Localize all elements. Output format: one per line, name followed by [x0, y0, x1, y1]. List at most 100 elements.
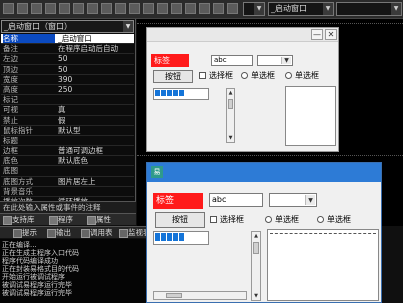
combo-control[interactable]: ▼ [257, 55, 293, 66]
radio-control-1[interactable]: 单选框 [241, 71, 275, 81]
checkbox-box [210, 216, 217, 223]
listbox-control[interactable] [285, 86, 336, 146]
property-value[interactable]: 50 [58, 54, 134, 63]
property-row[interactable]: 左边 50 [1, 54, 134, 65]
tab-call-table[interactable]: 调用表 [80, 227, 113, 239]
tool-icon[interactable] [213, 3, 224, 14]
tool-icon[interactable] [185, 3, 196, 14]
chevron-down-icon: ▼ [123, 21, 133, 32]
progress-segment [161, 90, 166, 96]
property-row[interactable]: 宽度 390 [1, 75, 134, 85]
combo-control[interactable]: ▼ [269, 193, 317, 207]
chevron-down-icon: ▼ [391, 3, 401, 15]
property-row[interactable]: 备注 在程序启动后自动 [1, 44, 134, 55]
property-value[interactable]: 假 [58, 116, 134, 125]
property-row[interactable]: 底图 [1, 166, 134, 177]
property-value[interactable]: 250 [58, 85, 134, 94]
checkbox-label: 选择框 [220, 215, 244, 224]
radio-label-2: 单选框 [295, 71, 319, 80]
vertical-scrollbar[interactable]: ▲ ▼ [226, 88, 235, 143]
find-icon[interactable] [115, 3, 126, 14]
scroll-thumb[interactable] [228, 99, 233, 109]
radio-control-2[interactable]: 单选框 [285, 71, 319, 81]
toolbar-combo-event[interactable]: ▼ [336, 2, 402, 16]
property-row[interactable]: 禁止 假 [1, 116, 134, 126]
property-value[interactable]: _启动窗口 [58, 34, 134, 43]
minimize-button[interactable]: — [311, 29, 323, 40]
property-row[interactable]: 底色 默认底色 [1, 156, 134, 167]
property-row[interactable]: 边框 普通可调边框 [1, 146, 134, 157]
property-value[interactable]: 390 [58, 75, 134, 84]
paste-icon[interactable] [73, 3, 84, 14]
output-tabs: 提示 输出 调用表 监视表 [0, 226, 151, 239]
open-icon[interactable] [17, 3, 28, 14]
breakpoint-icon[interactable] [171, 3, 182, 14]
horizontal-scrollbar[interactable] [153, 291, 247, 300]
scroll-up-icon[interactable]: ▲ [252, 233, 260, 239]
tool-icon[interactable] [227, 3, 238, 14]
running-form[interactable]: 易 标签 abc ▼ 按钮 选择框 单选框 单选框 ▲ ▼ [146, 162, 382, 303]
undo-icon[interactable] [87, 3, 98, 14]
property-row[interactable]: 鼠标指针 默认型 [1, 126, 134, 136]
design-form[interactable]: — ✕ 标签 abc ▼ 按钮 选择框 单选框 单选框 ▲ ▼ [146, 27, 339, 152]
edit-control[interactable]: abc [209, 193, 263, 207]
scroll-thumb[interactable] [166, 293, 182, 298]
property-value[interactable]: 在程序启动后自动 [58, 44, 134, 53]
label-control[interactable]: 标签 [151, 54, 189, 67]
close-button[interactable]: ✕ [325, 29, 337, 40]
property-row[interactable]: 顶边 50 [1, 65, 134, 75]
property-row[interactable]: 高度 250 [1, 85, 134, 96]
new-icon[interactable] [3, 3, 14, 14]
checkbox-control[interactable]: 选择框 [210, 214, 244, 225]
scroll-down-icon[interactable]: ▼ [252, 293, 260, 299]
property-name: 底图 [3, 166, 18, 176]
redo-icon[interactable] [101, 3, 112, 14]
property-name: 底图方式 [3, 176, 33, 186]
scroll-up-icon[interactable]: ▲ [227, 90, 234, 96]
property-panel: _启动窗口（窗口） ▼ 名称 _启动窗口 备注 在程序启动后自动 左边 50 顶边 50 宽度 3… [0, 19, 136, 238]
tab-hint[interactable]: 提示 [12, 227, 37, 239]
scroll-down-icon[interactable]: ▼ [227, 135, 234, 141]
property-value[interactable]: 普通可调边框 [58, 146, 134, 155]
label-control[interactable]: 标签 [153, 193, 203, 209]
property-value[interactable]: 真 [58, 105, 134, 114]
run-icon[interactable] [129, 3, 140, 14]
output-text[interactable]: 正在编译... 正在生成主程序入口代码 程序代码编译成功 正在封装易格式目的代码 开始运… [0, 239, 146, 303]
checkbox-control[interactable]: 选择框 [199, 71, 233, 81]
property-row[interactable]: 名称 _启动窗口 [1, 34, 134, 45]
property-name: 边框 [3, 146, 18, 156]
radio-control-2[interactable]: 单选框 [317, 214, 351, 225]
radio-control-1[interactable]: 单选框 [265, 214, 299, 225]
copy-icon[interactable] [59, 3, 70, 14]
property-value[interactable]: 图片居左上 [58, 177, 134, 186]
radio-label-1: 单选框 [275, 215, 299, 224]
property-name: 名称 [3, 34, 55, 44]
listbox-control[interactable] [267, 229, 379, 301]
property-row[interactable]: 标题 [1, 136, 134, 147]
step-icon[interactable] [157, 3, 168, 14]
object-selector[interactable]: _启动窗口（窗口） ▼ [1, 20, 134, 33]
vertical-scrollbar[interactable]: ▲ ▼ [251, 231, 261, 301]
tab-properties[interactable]: 属性 [86, 214, 111, 226]
toolbar-combo-left[interactable]: ▼ [243, 2, 265, 16]
property-value[interactable]: 默认底色 [58, 156, 134, 165]
save-icon[interactable] [31, 3, 42, 14]
property-row[interactable]: 标记 [1, 95, 134, 106]
scroll-thumb[interactable] [253, 242, 259, 254]
property-value[interactable]: 50 [58, 65, 134, 74]
tab-output[interactable]: 输出 [46, 227, 71, 239]
edit-control[interactable]: abc [211, 55, 253, 66]
property-row[interactable]: 底图方式 图片居左上 [1, 177, 134, 187]
button-control[interactable]: 按钮 [153, 70, 193, 83]
property-row[interactable]: 可视 真 [1, 105, 134, 116]
property-value[interactable]: 默认型 [58, 126, 134, 135]
toolbar-combo-window[interactable]: _启动窗口 ▼ [268, 2, 334, 16]
tab-support-library[interactable]: 支持库 [2, 214, 35, 226]
tab-program[interactable]: 程序 [48, 214, 73, 226]
tool-icon[interactable] [199, 3, 210, 14]
button-control[interactable]: 按钮 [155, 212, 205, 228]
property-row[interactable]: 背景音乐 [1, 187, 134, 197]
output-line: 被调试易程序运行完毕 [2, 289, 72, 297]
stop-icon[interactable] [143, 3, 154, 14]
cut-icon[interactable] [45, 3, 56, 14]
